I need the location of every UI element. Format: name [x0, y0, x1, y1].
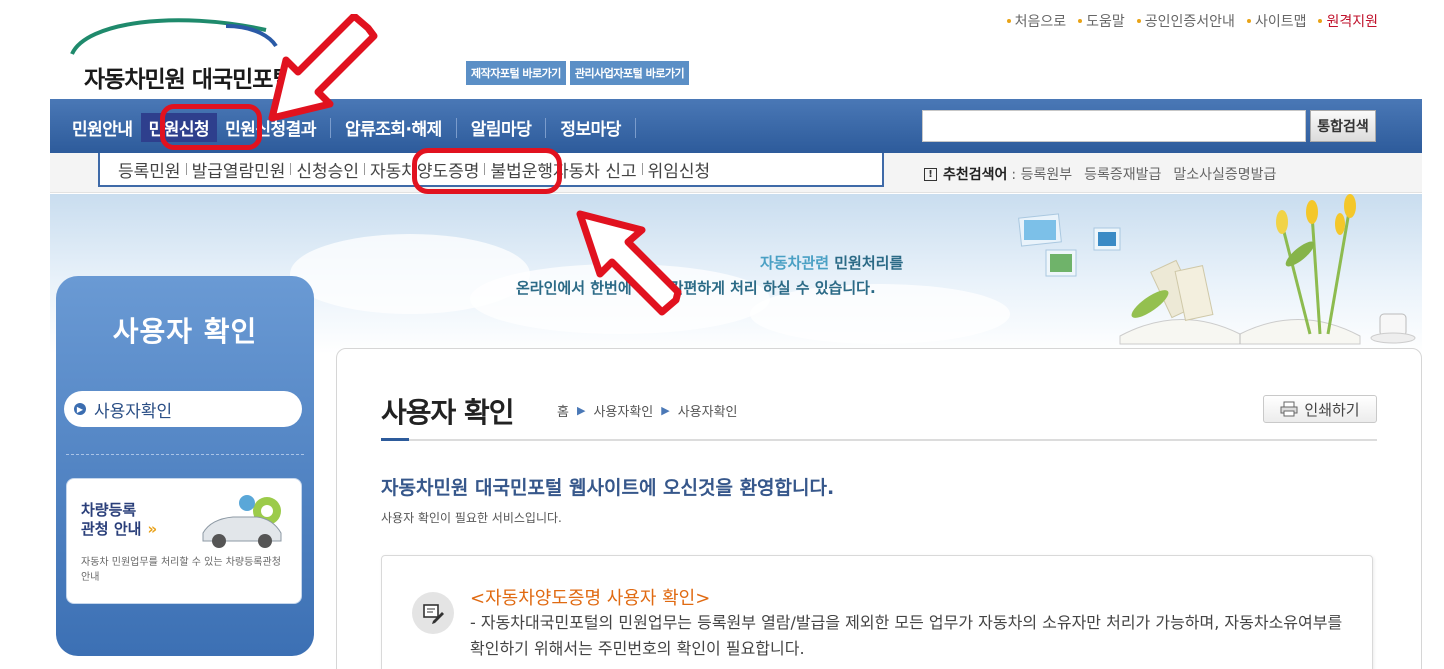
nav-item-civil-application[interactable]: 민원신청	[140, 113, 218, 142]
nav-divider	[455, 117, 457, 138]
subnav-divider	[641, 163, 643, 175]
breadcrumb-item[interactable]: 사용자확인	[593, 401, 653, 420]
chevron-right-icon: ▶	[74, 403, 86, 415]
nav-divider	[329, 117, 331, 138]
cloud-decoration	[470, 264, 770, 334]
breadcrumb-item: 사용자확인	[677, 405, 738, 420]
sidebar-divider	[66, 454, 304, 455]
main-content: 사용자 확인 홈 ▶ 사용자확인 ▶ 사용자확인 인쇄하기 자동차민원 대국민포…	[336, 348, 1422, 669]
sidebar-item-user-check[interactable]: ▶ 사용자확인	[64, 391, 302, 427]
recommended-term[interactable]: 말소사실증명발급	[1173, 164, 1276, 184]
chevron-right-icon: ▶	[576, 404, 586, 417]
pencil-note-icon	[412, 592, 454, 634]
subnav-divider	[290, 163, 292, 175]
nav-divider	[634, 117, 636, 138]
util-link-sitemap[interactable]: 사이트맵	[1246, 11, 1306, 31]
welcome-subtext: 사용자 확인이 필요한 서비스입니다.	[381, 511, 562, 525]
sidebar-title: 사용자 확인	[112, 315, 258, 348]
recommended-term[interactable]: : 등록원부	[1011, 164, 1072, 184]
logo-text: 자동차민원 대국민포털	[84, 67, 294, 93]
util-link-help[interactable]: 도움말	[1078, 11, 1125, 31]
subnav-item-registration[interactable]: 등록민원	[118, 157, 181, 182]
page: 자동차민원 대국민포털 제작자포털 바로가기 관리사업자포털 바로가기 처음으로…	[0, 0, 1444, 669]
welcome-heading: 자동차민원 대국민포털 웹사이트에 오신것을 환영합니다.	[381, 477, 835, 499]
promo-title: 차량등록 관청 안내»	[81, 501, 158, 538]
page-title: 사용자 확인	[381, 396, 515, 429]
title-divider-accent	[381, 438, 409, 441]
printer-icon	[1280, 401, 1298, 417]
registration-office-promo[interactable]: 차량등록 관청 안내» 자동차 민원업무를 처리할 수 있는 차량등록관청 안내	[66, 478, 302, 604]
subnav-item-approval[interactable]: 신청승인	[296, 157, 359, 182]
breadcrumb: 홈 ▶ 사용자확인 ▶ 사용자확인	[557, 401, 738, 420]
banner-line2: 온라인에서 한번에 쉽고 간편하게 처리 하실 수 있습니다.	[516, 279, 876, 297]
nav-item-seizure[interactable]: 압류조회·해제	[337, 113, 450, 142]
portal-links: 제작자포털 바로가기 관리사업자포털 바로가기	[466, 61, 690, 85]
print-button[interactable]: 인쇄하기	[1263, 395, 1377, 423]
util-link-certificate-guide[interactable]: 공인인증서안내	[1136, 11, 1235, 31]
subnav-divider	[484, 163, 486, 175]
main-nav: 민원안내 민원신청 민원신청결과 압류조회·해제 알림마당 정보마당 통합검색	[50, 99, 1422, 153]
util-link-home[interactable]: 처음으로	[1006, 11, 1066, 31]
nav-item-application-result[interactable]: 민원신청결과	[217, 113, 324, 142]
nav-item-notice[interactable]: 알림마당	[463, 113, 540, 142]
banner-line1: 자동차관련 민원처리를	[760, 254, 904, 272]
search-input[interactable]	[922, 110, 1306, 142]
subnav-item-delegation[interactable]: 위임신청	[648, 157, 711, 182]
search-button[interactable]: 통합검색	[1310, 110, 1376, 142]
sidebar: 사용자 확인 ▶ 사용자확인 차량등록 관청 안내» 자동차 민원업무를 처리할…	[56, 276, 314, 656]
sidebar-item-label: 사용자확인	[94, 401, 173, 422]
chevron-right-icon: ▶	[661, 404, 670, 417]
exclamation-icon: !	[924, 167, 937, 181]
recommended-label: 추천검색어	[943, 167, 1008, 183]
recommended-term[interactable]: 등록증재발급	[1084, 164, 1161, 184]
breadcrumb-home[interactable]: 홈	[557, 401, 569, 420]
sub-nav: 등록민원 발급열람민원 신청승인 자동차양도증명 불법운행자동차 신고 위임신청	[98, 153, 884, 187]
utility-links: 처음으로 도움말 공인인증서안내 사이트맵 원격지원	[1006, 11, 1378, 31]
subnav-divider	[185, 163, 187, 175]
subnav-item-illegal-report[interactable]: 불법운행자동차 신고	[490, 157, 636, 182]
maker-portal-button[interactable]: 제작자포털 바로가기	[466, 61, 566, 85]
subnav-item-issue[interactable]: 발급열람민원	[192, 157, 286, 182]
promo-description: 자동차 민원업무를 처리할 수 있는 차량등록관청 안내	[81, 557, 281, 583]
util-link-remote-support[interactable]: 원격지원	[1318, 11, 1378, 31]
title-divider	[381, 439, 1377, 441]
notice-body: - 자동차대국민포털의 민원업무는 등록원부 열람/발급을 제외한 모든 업무가…	[470, 613, 1343, 658]
notice-title: <자동차양도증명 사용자 확인>	[470, 588, 711, 609]
car-gear-icon	[202, 495, 282, 548]
double-arrow-icon: »	[147, 520, 158, 538]
business-portal-button[interactable]: 관리사업자포털 바로가기	[569, 61, 690, 85]
nav-item-civil-guide[interactable]: 민원안내	[64, 113, 141, 142]
recommended-search: ! 추천검색어 : 등록원부 등록증재발급 말소사실증명발급	[924, 164, 1276, 184]
nav-divider	[545, 117, 547, 138]
subnav-item-transfer-certificate[interactable]: 자동차양도증명	[370, 157, 479, 182]
site-logo[interactable]: 자동차민원 대국민포털	[66, 12, 356, 93]
notice-box: <자동차양도증명 사용자 확인> - 자동차대국민포털의 민원업무는 등록원부 …	[381, 555, 1373, 669]
nav-item-info[interactable]: 정보마당	[552, 113, 629, 142]
banner-illustration	[1018, 194, 1416, 345]
subnav-divider	[363, 163, 365, 175]
